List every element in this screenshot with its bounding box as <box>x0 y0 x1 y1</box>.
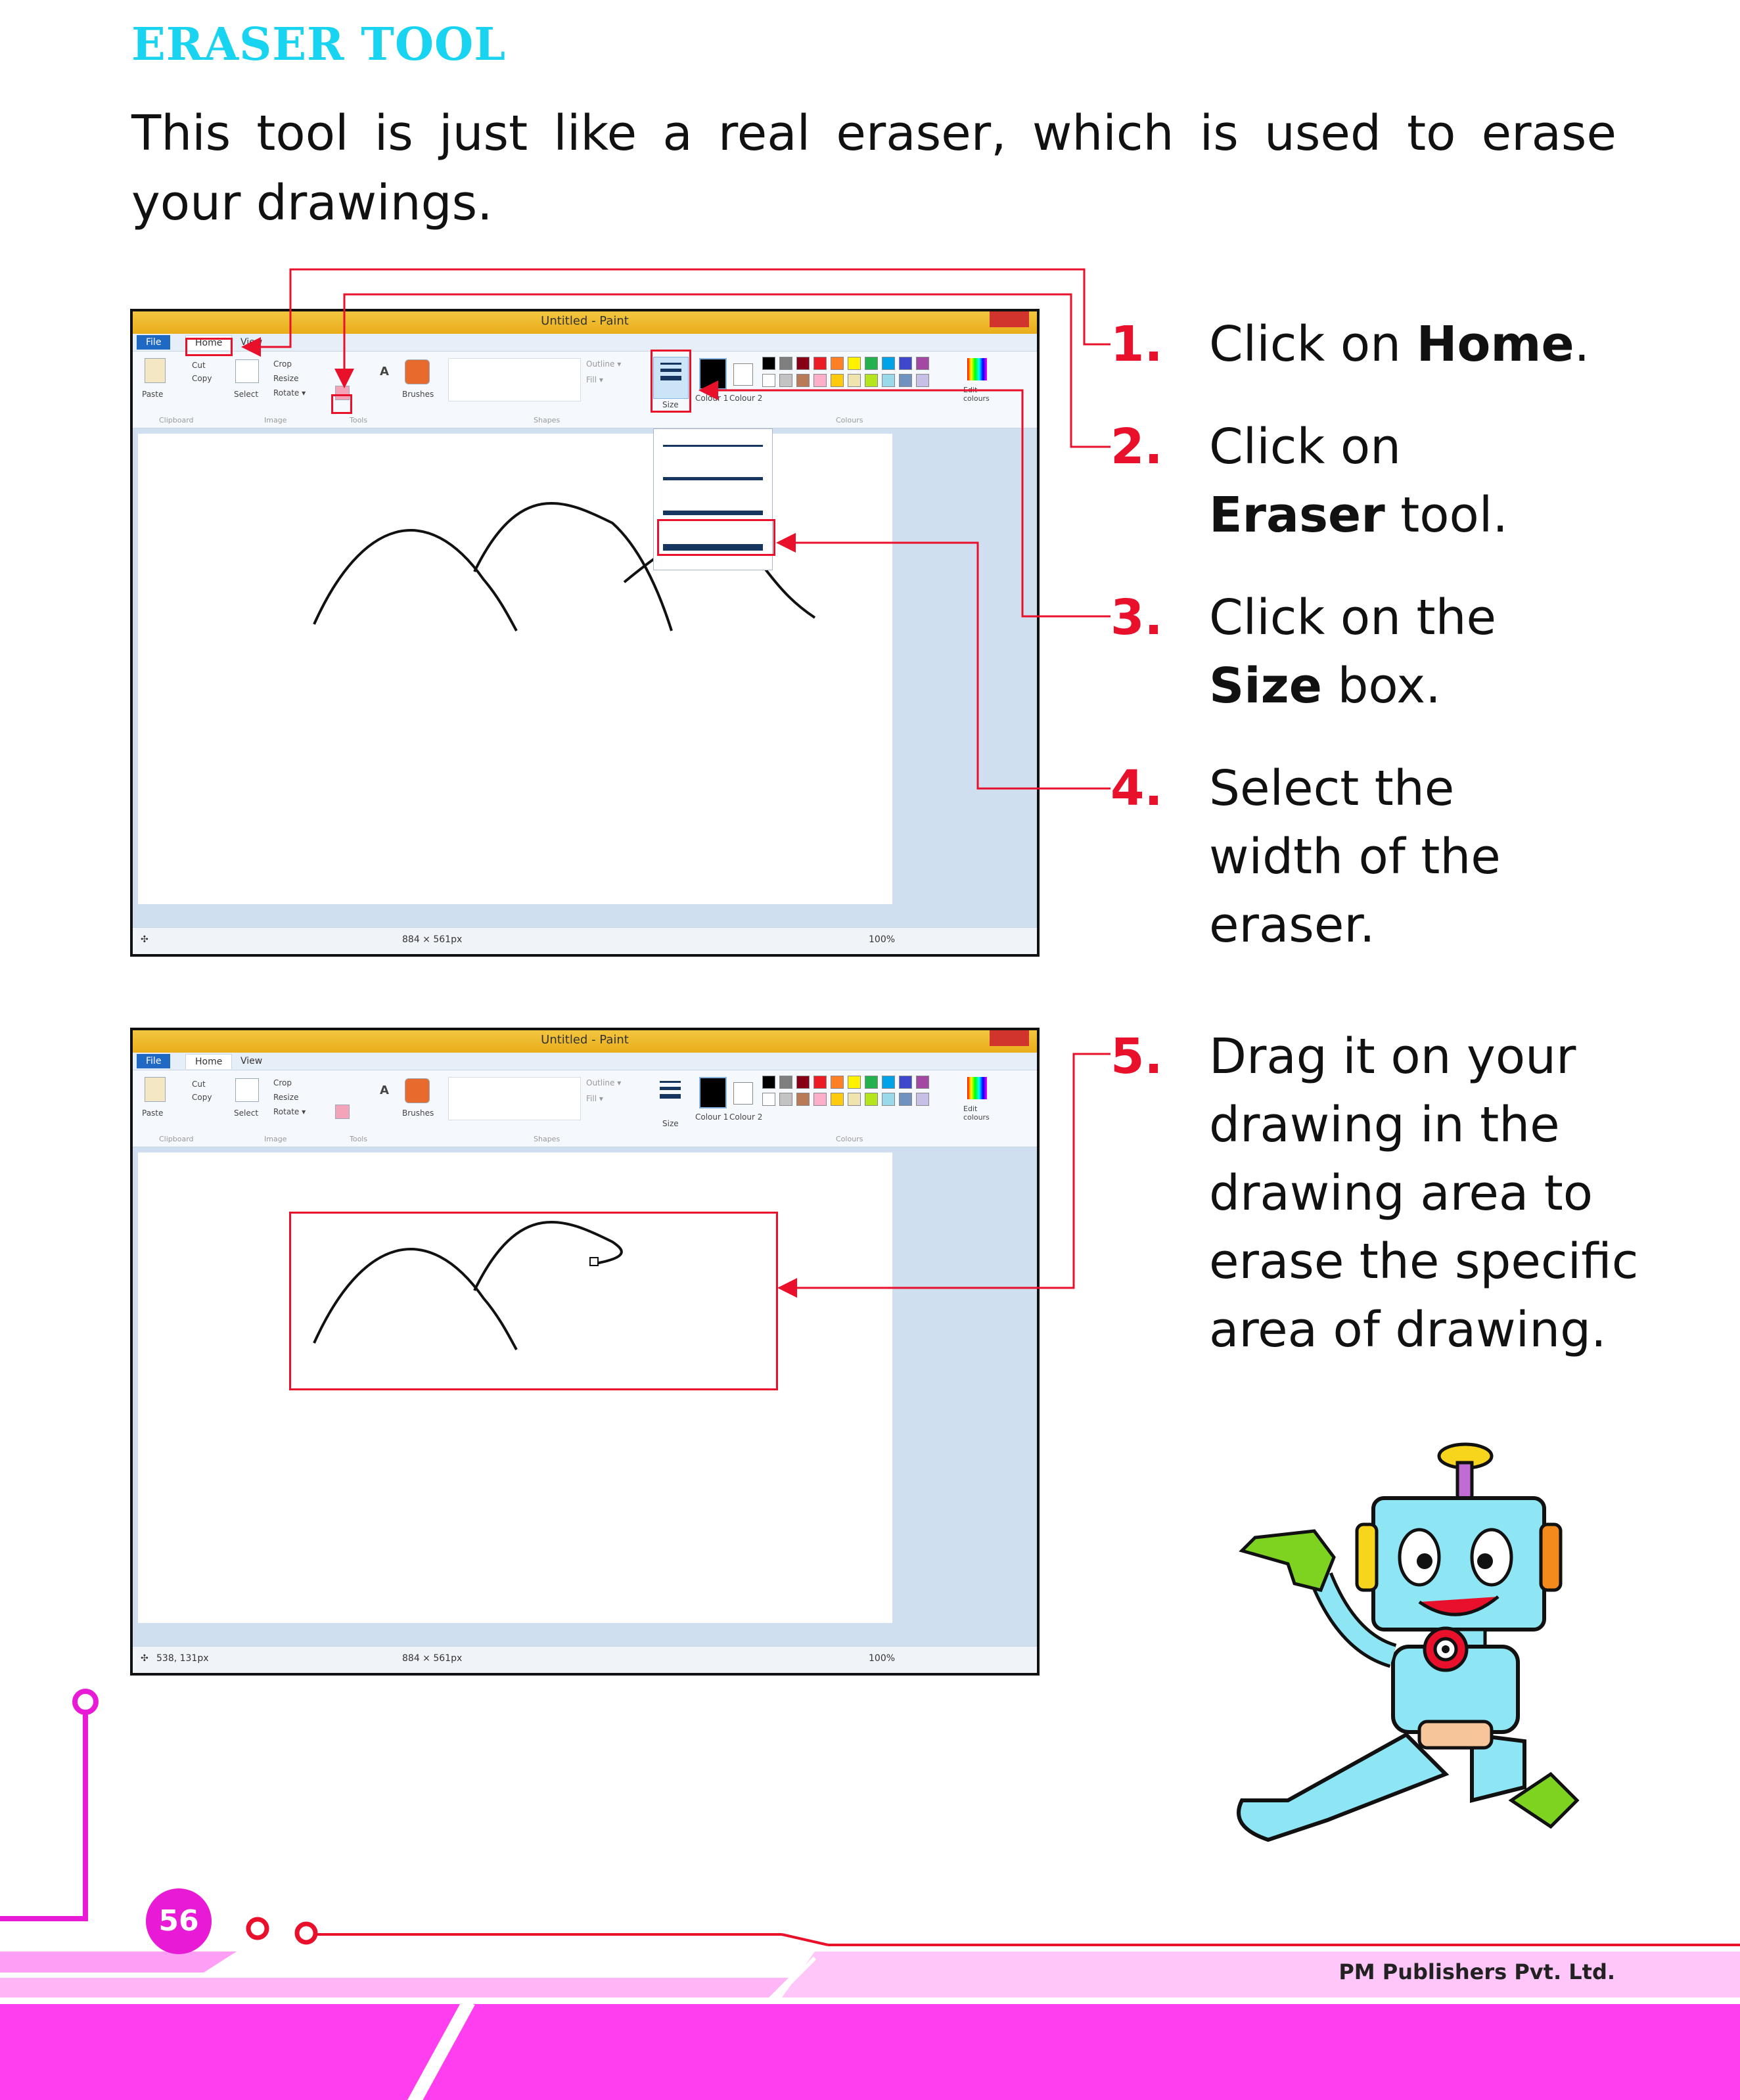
arrow-step-1 <box>241 268 1110 357</box>
arrow-step-3 <box>698 380 1110 618</box>
arrow-step-4 <box>776 533 1110 790</box>
arrow-step-5 <box>777 1053 1110 1298</box>
footer-decoration <box>0 1689 1740 2100</box>
publisher-name: PM Publishers Pvt. Ltd. <box>1339 1959 1615 1984</box>
arrow-step-2 <box>334 293 1110 448</box>
page-number: 56 <box>146 1888 212 1954</box>
